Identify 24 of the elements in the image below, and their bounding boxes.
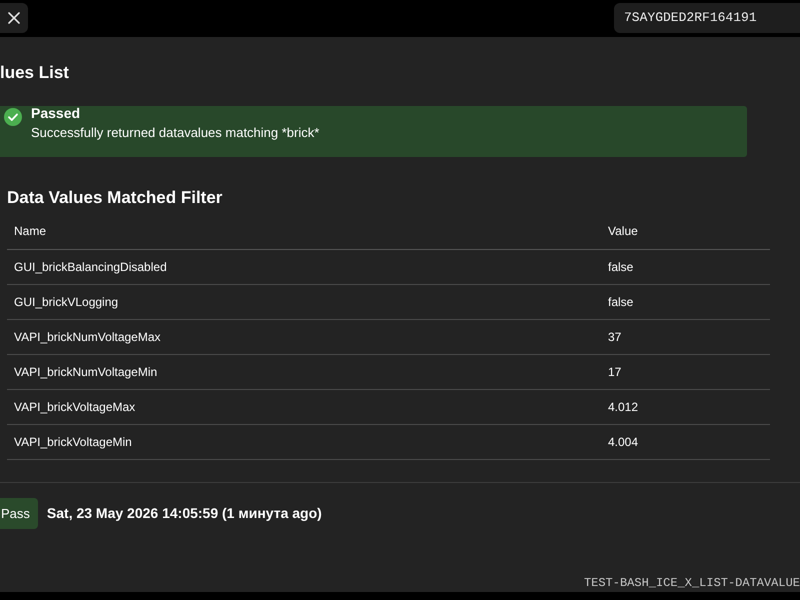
- alert-title: Passed: [31, 104, 82, 123]
- value-text: 4.012: [608, 400, 638, 414]
- column-header: Value: [608, 224, 638, 238]
- page-title: lues List: [0, 62, 70, 84]
- value-text: 37: [608, 330, 622, 344]
- timestamp: Sat, 23 May 2026 14:05:59 (1 минута ago): [46, 504, 322, 523]
- value-name: GUI_brickVLogging: [14, 294, 118, 308]
- value-text: false: [608, 294, 634, 308]
- column-header: Name: [14, 224, 46, 238]
- vin-label: 7SAYGDED2RF164191: [614, 3, 800, 33]
- section-title: Data Values Matched Filter: [7, 187, 224, 209]
- value-text: 17: [608, 364, 622, 378]
- value-name: VAPI_brickNumVoltageMin: [14, 364, 158, 378]
- value-name: VAPI_brickNumVoltageMax: [14, 330, 161, 344]
- close-button[interactable]: [0, 3, 28, 33]
- close-icon: [8, 12, 20, 24]
- value-name: GUI_brickBalancingDisabled: [14, 260, 167, 274]
- value-name: VAPI_brickVoltageMax: [14, 400, 136, 414]
- value-name: VAPI_brickVoltageMin: [14, 434, 132, 448]
- value-text: 4.004: [608, 434, 638, 448]
- alert-message: Successfully returned datavalues matching *brick*: [31, 124, 320, 142]
- value-text: false: [608, 260, 634, 274]
- test-id-label: TEST-BASH_ICE_X_LIST-DATAVALUE: [582, 576, 800, 592]
- status-badge: Pass: [0, 498, 38, 528]
